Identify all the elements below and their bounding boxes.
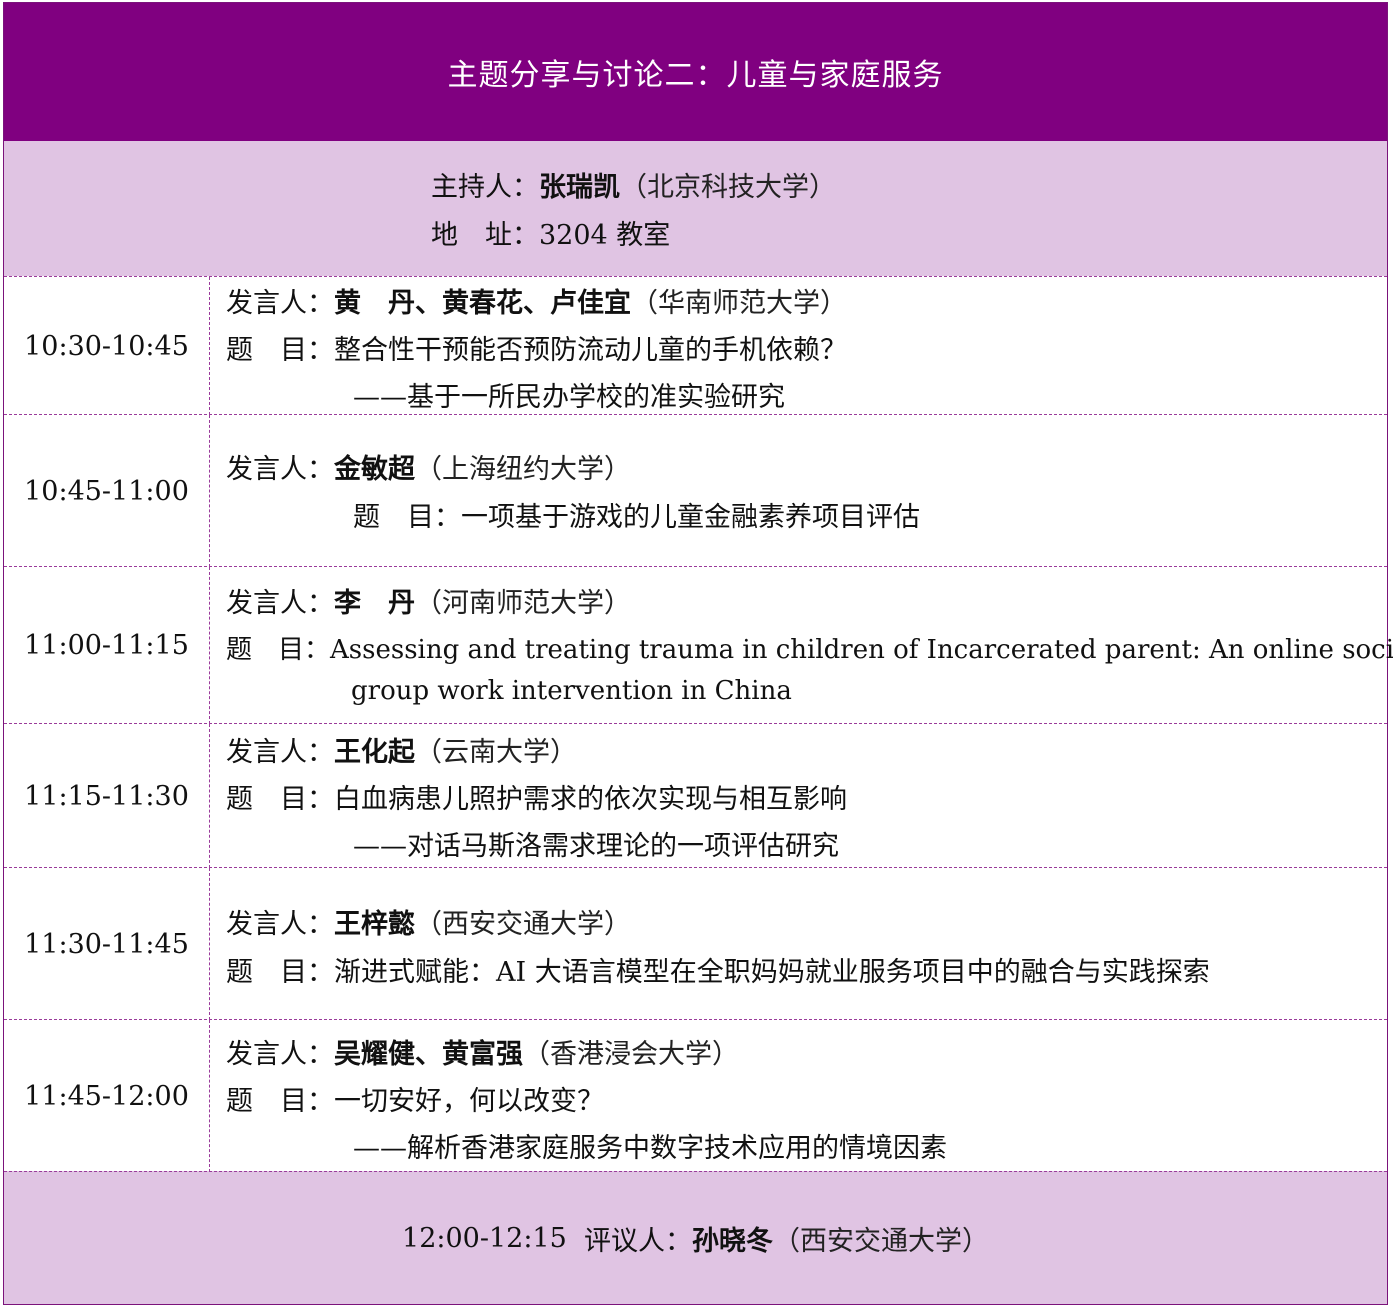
location-value: 3204 教室 <box>539 220 671 251</box>
session-row: 11:45-12:00 发言人：吴耀健、黄富强（香港浸会大学） 题 目：一切安好… <box>4 1019 1387 1172</box>
topic-text: Assessing and treating trauma in childre… <box>330 635 1393 665</box>
host-affiliation: （北京科技大学） <box>620 172 836 203</box>
time-text: 10:45-11:00 <box>24 475 189 507</box>
topic-line: 题 目：整合性干预能否预防流动儿童的手机依赖？ <box>226 328 847 367</box>
commentary-time: 12:00-12:15 <box>402 1222 567 1254</box>
speaker-affiliation: （上海纽约大学） <box>415 454 631 485</box>
topic-text: 一项基于游戏的儿童金融素养项目评估 <box>461 502 920 533</box>
session-row: 11:00-11:15 发言人：李 丹（河南师范大学） 题 目：Assessin… <box>4 566 1393 724</box>
speaker-affiliation: （西安交通大学） <box>415 909 631 940</box>
time-text: 11:00-11:15 <box>24 630 189 661</box>
topic-label: 题 目： <box>226 1086 334 1117</box>
topic-text: 一切安好，何以改变？ <box>334 1086 604 1117</box>
time-text: 11:15-11:30 <box>24 780 189 812</box>
speaker-affiliation: （云南大学） <box>415 737 577 768</box>
speaker-names: 王梓懿 <box>334 909 415 940</box>
title-text: 主题分享与讨论二：儿童与家庭服务 <box>447 58 944 93</box>
speaker-affiliation: （香港浸会大学） <box>523 1039 739 1070</box>
session-time: 11:30-11:45 <box>4 868 210 1020</box>
topic-label: 题 目： <box>226 335 334 366</box>
topic-label: 题 目： <box>353 502 461 533</box>
session-time: 11:15-11:30 <box>4 724 210 868</box>
subtopic-line: ——基于一所民办学校的准实验研究 <box>353 375 785 414</box>
commentary-name: 孙晓冬 <box>691 1225 773 1257</box>
session-time: 11:00-11:15 <box>4 567 210 724</box>
topic-text: 渐进式赋能：AI 大语言模型在全职妈妈就业服务项目中的融合与实践探索 <box>334 957 1210 988</box>
speaker-line: 发言人：金敏超（上海纽约大学） <box>226 447 631 486</box>
subtopic-text: group work intervention in China <box>351 676 792 706</box>
host-block: 主持人：张瑞凯（北京科技大学） 地 址：3204 教室 <box>4 141 1387 276</box>
speaker-label: 发言人： <box>226 909 334 940</box>
commentary-row: 12:00-12:15 评议人： 孙晓冬 （西安交通大学） <box>4 1171 1387 1304</box>
time-text: 11:45-12:00 <box>24 1080 189 1112</box>
topic-text: 整合性干预能否预防流动儿童的手机依赖？ <box>334 335 847 366</box>
speaker-names: 黄 丹、黄春花、卢佳宜 <box>334 288 631 319</box>
schedule-table: 主题分享与讨论二：儿童与家庭服务 主持人：张瑞凯（北京科技大学） 地 址：320… <box>3 2 1393 1305</box>
commentary-affiliation: （西安交通大学） <box>772 1225 989 1257</box>
topic-line: 题 目：渐进式赋能：AI 大语言模型在全职妈妈就业服务项目中的融合与实践探索 <box>226 950 1210 989</box>
location-line: 地 址：3204 教室 <box>431 213 670 252</box>
speaker-label: 发言人： <box>226 1039 334 1070</box>
speaker-line: 发言人：王化起（云南大学） <box>226 730 577 769</box>
session-row: 10:45-11:00 发言人：金敏超（上海纽约大学） 题 目：一项基于游戏的儿… <box>4 414 1387 567</box>
session-time: 10:30-10:45 <box>4 277 210 415</box>
subtopic-line: ——对话马斯洛需求理论的一项评估研究 <box>353 824 839 863</box>
speaker-label: 发言人： <box>226 288 334 319</box>
time-text: 11:30-11:45 <box>24 928 189 960</box>
speaker-names: 吴耀健、黄富强 <box>334 1039 523 1070</box>
subtopic-text: ——解析香港家庭服务中数字技术应用的情境因素 <box>353 1133 947 1164</box>
host-name: 张瑞凯 <box>539 172 620 203</box>
speaker-names: 金敏超 <box>334 454 415 485</box>
session-row: 11:15-11:30 发言人：王化起（云南大学） 题 目：白血病患儿照护需求的… <box>4 723 1387 868</box>
subtopic-text: ——基于一所民办学校的准实验研究 <box>353 382 785 413</box>
subtopic-text: ——对话马斯洛需求理论的一项评估研究 <box>353 831 839 862</box>
topic-label: 题 目： <box>226 784 334 815</box>
speaker-line: 发言人：李 丹（河南师范大学） <box>226 581 631 620</box>
location-label: 地 址： <box>431 220 539 251</box>
host-line: 主持人：张瑞凯（北京科技大学） <box>431 165 836 204</box>
speaker-label: 发言人： <box>226 737 334 768</box>
topic-line: 题 目：Assessing and treating trauma in chi… <box>226 629 1393 666</box>
speaker-names: 王化起 <box>334 737 415 768</box>
page-title: 主题分享与讨论二：儿童与家庭服务 <box>4 3 1387 141</box>
host-label: 主持人： <box>431 172 539 203</box>
topic-text: 白血病患儿照护需求的依次实现与相互影响 <box>334 784 847 815</box>
speaker-label: 发言人： <box>226 588 334 619</box>
topic-line: 题 目：一项基于游戏的儿童金融素养项目评估 <box>353 495 920 534</box>
time-text: 10:30-10:45 <box>24 330 189 362</box>
speaker-affiliation: （河南师范大学） <box>415 588 631 619</box>
topic-label: 题 目： <box>226 635 331 665</box>
subtopic-line: group work intervention in China <box>351 676 792 706</box>
subtopic-line: ——解析香港家庭服务中数字技术应用的情境因素 <box>353 1126 947 1165</box>
session-time: 11:45-12:00 <box>4 1020 210 1172</box>
session-row: 11:30-11:45 发言人：王梓懿（西安交通大学） 题 目：渐进式赋能：AI… <box>4 867 1387 1020</box>
topic-label: 题 目： <box>226 957 334 988</box>
commentary-label: 评议人： <box>583 1225 692 1257</box>
speaker-line: 发言人：王梓懿（西安交通大学） <box>226 902 631 941</box>
speaker-affiliation: （华南师范大学） <box>631 288 847 319</box>
topic-line: 题 目：白血病患儿照护需求的依次实现与相互影响 <box>226 777 847 816</box>
speaker-label: 发言人： <box>226 454 334 485</box>
topic-line: 题 目：一切安好，何以改变？ <box>226 1079 604 1118</box>
speaker-names: 李 丹 <box>334 588 415 619</box>
session-time: 10:45-11:00 <box>4 415 210 567</box>
speaker-line: 发言人：黄 丹、黄春花、卢佳宜（华南师范大学） <box>226 281 847 320</box>
session-row: 10:30-10:45 发言人：黄 丹、黄春花、卢佳宜（华南师范大学） 题 目：… <box>4 276 1387 415</box>
speaker-line: 发言人：吴耀健、黄富强（香港浸会大学） <box>226 1032 739 1071</box>
